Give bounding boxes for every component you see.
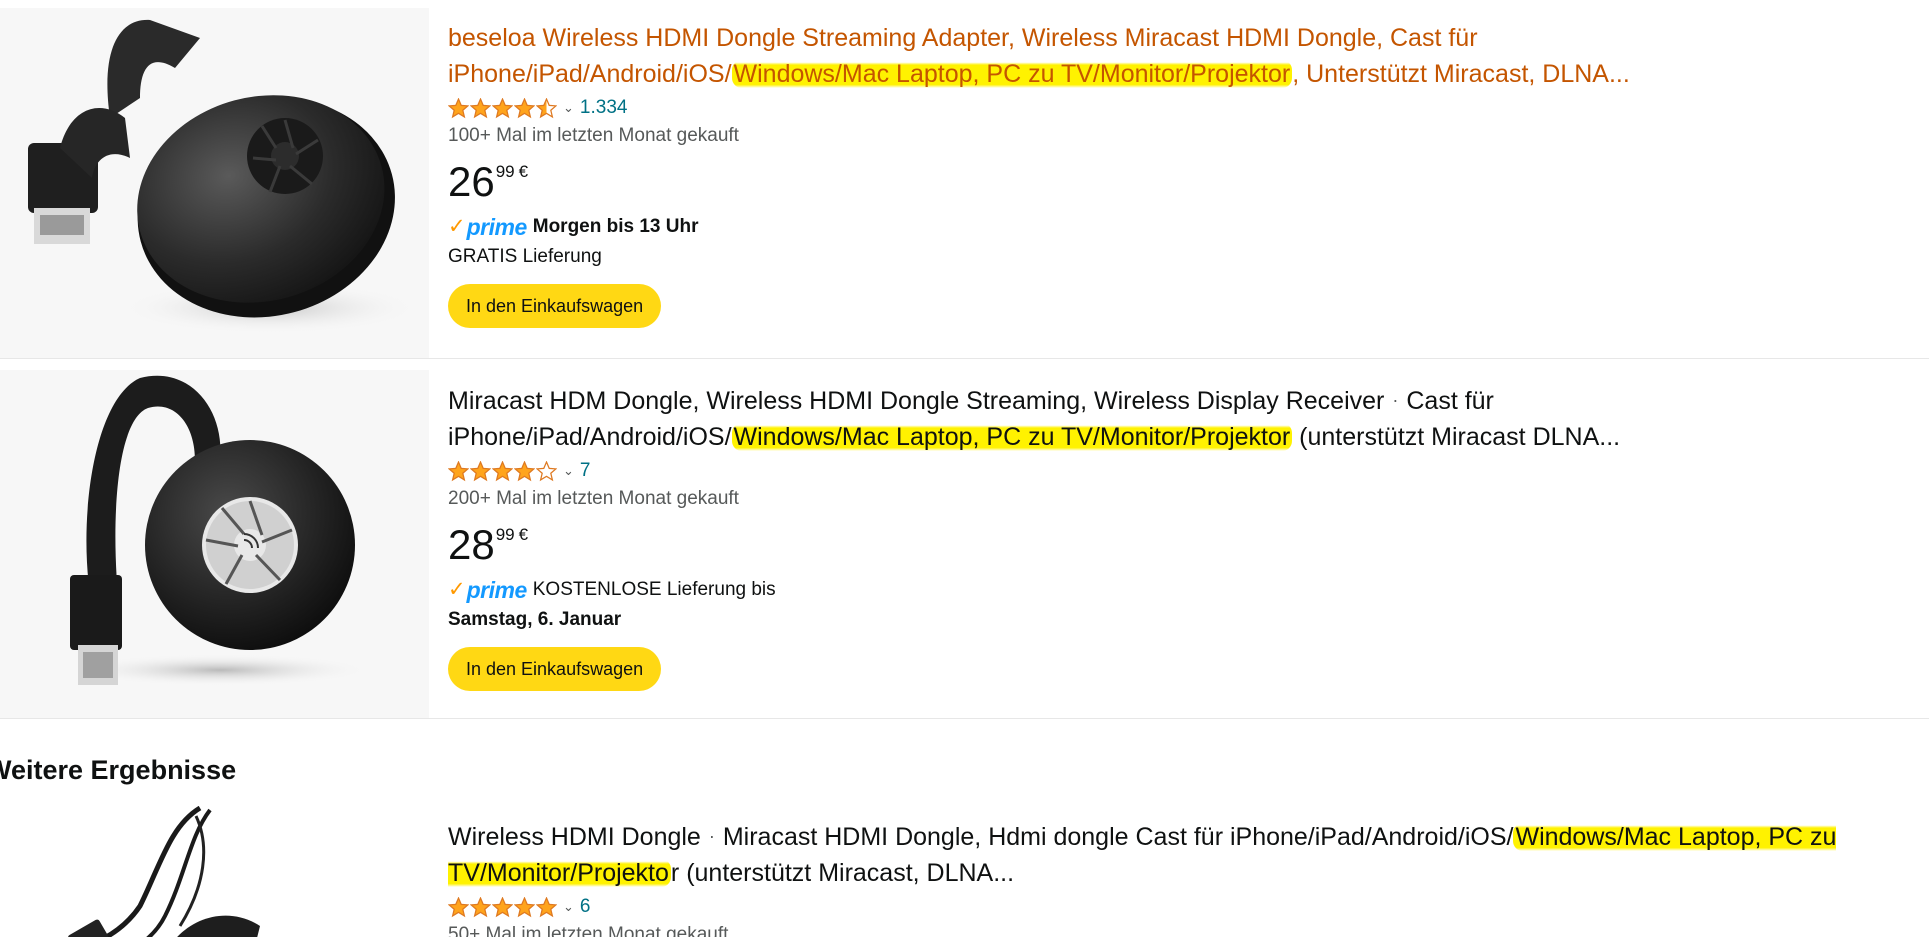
delivery-line2: GRATIS Lieferung (448, 246, 602, 267)
prime-check-icon: ✓ (448, 215, 466, 238)
chromecast-dongle-image (28, 19, 420, 334)
product-info: Miracast HDM Dongle, Wireless HDMI Dongl… (448, 382, 1888, 691)
price-currency: € (518, 525, 529, 544)
star-icon (448, 460, 469, 481)
star-icon (448, 896, 469, 917)
rating-row: ⌄ 7 (448, 457, 1888, 485)
price-whole: 26 (448, 158, 495, 205)
title-separator: · (708, 826, 715, 846)
star-icon (514, 460, 535, 481)
delivery-date: Samstag, 6. Januar (448, 609, 622, 630)
chevron-down-icon[interactable]: ⌄ (563, 899, 574, 915)
star-icon (514, 97, 535, 118)
price-fraction: 99 (495, 162, 515, 181)
add-to-cart-button[interactable]: In den Einkaufswagen (448, 284, 662, 328)
product-title-link[interactable]: beseloa Wireless HDMI Dongle Streaming A… (448, 20, 1888, 92)
product-info: beseloa Wireless HDMI Dongle Streaming A… (448, 20, 1888, 328)
price[interactable]: 26 99 € (448, 154, 1888, 212)
title-highlight: Windows/Mac Laptop, PC zu TV/Monitor/Pro… (731, 60, 1293, 88)
star-icon (536, 460, 557, 481)
rating-row: ⌄ 1.334 (448, 94, 1888, 122)
title-text-2: Miracast HDMI Dongle, Hdmi dongle Cast f… (722, 823, 1514, 851)
bought-count: 50+ Mal im letzten Monat gekauft (448, 924, 729, 937)
price-whole: 28 (448, 521, 495, 568)
prime-check-icon: ✓ (448, 578, 466, 601)
bought-count: 100+ Mal im letzten Monat gekauft (448, 125, 739, 146)
star-icon (536, 97, 557, 118)
star-rating[interactable] (448, 97, 558, 119)
star-icon (470, 896, 491, 917)
search-result: Miracast HDM Dongle, Wireless HDMI Dongl… (0, 370, 1929, 719)
search-results-page: beseloa Wireless HDMI Dongle Streaming A… (0, 0, 1929, 937)
search-result: beseloa Wireless HDMI Dongle Streaming A… (0, 8, 1929, 359)
title-text-end: , Unterstützt Miracast, DLNA... (1292, 60, 1630, 88)
add-to-cart-button[interactable]: In den Einkaufswagen (448, 647, 662, 691)
star-rating[interactable] (448, 896, 558, 918)
star-icon (470, 460, 491, 481)
title-text-end: r (unterstützt Miracast, DLNA... (670, 859, 1015, 887)
product-info: Wireless HDMI Dongle · Miracast HDMI Dongl… (448, 818, 1888, 937)
prime-badge: ✓ prime (448, 577, 527, 603)
rating-count-link[interactable]: 6 (580, 896, 591, 918)
title-separator: · (1392, 390, 1399, 410)
star-rating[interactable] (448, 460, 558, 482)
star-icon (514, 896, 535, 917)
delivery-info: ✓ prime Morgen bis 13 Uhr (448, 212, 1888, 242)
star-icon (448, 97, 469, 118)
star-icon (492, 896, 513, 917)
chevron-down-icon[interactable]: ⌄ (563, 100, 574, 116)
price-fraction: 99 (495, 525, 515, 544)
search-result: Wireless HDMI Dongle · Miracast HDMI Dongl… (0, 806, 1929, 937)
section-heading: Weitere Ergebnisse (0, 755, 237, 785)
product-image[interactable] (0, 806, 429, 937)
prime-badge: ✓ prime (448, 214, 527, 240)
miracast-dongle-image (70, 375, 370, 686)
product-image[interactable] (0, 370, 429, 718)
price-currency: € (518, 162, 529, 181)
product-title-link[interactable]: Miracast HDM Dongle, Wireless HDMI Dongl… (448, 382, 1888, 455)
product-image[interactable] (0, 8, 429, 358)
star-icon (536, 896, 557, 917)
delivery-date: Morgen bis 13 Uhr (532, 216, 699, 237)
product-title-link[interactable]: Wireless HDMI Dongle · Miracast HDMI Dongl… (448, 818, 1888, 891)
title-text-end: (unterstützt Miracast DLNA... (1292, 423, 1621, 451)
title-text: Miracast HDM Dongle, Wireless HDMI Dongl… (448, 387, 1385, 415)
star-icon (492, 97, 513, 118)
star-icon (492, 460, 513, 481)
title-text: Wireless HDMI Dongle (448, 823, 701, 851)
bought-count: 200+ Mal im letzten Monat gekauft (448, 488, 739, 509)
chevron-down-icon[interactable]: ⌄ (563, 463, 574, 479)
rating-count-link[interactable]: 1.334 (580, 97, 628, 119)
delivery-info: ✓ prime KOSTENLOSE Lieferung bis (448, 575, 1888, 605)
rating-row: ⌄ 6 (448, 893, 1888, 921)
title-highlight: Windows/Mac Laptop, PC zu TV/Monitor/Pro… (731, 423, 1293, 451)
hdmi-cable-dongle-image (68, 806, 260, 937)
rating-count-link[interactable]: 7 (580, 460, 591, 482)
star-icon (470, 97, 491, 118)
delivery-text: KOSTENLOSE Lieferung bis (532, 579, 776, 600)
price[interactable]: 28 99 € (448, 517, 1888, 575)
